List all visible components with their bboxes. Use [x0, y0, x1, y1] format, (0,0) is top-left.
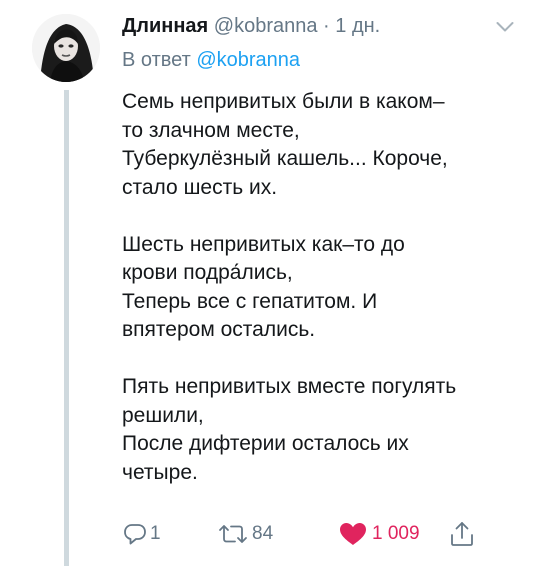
avatar-photo [32, 14, 100, 82]
thread-line [64, 90, 69, 566]
tweet-text-line: крови подра́лись, [122, 261, 293, 284]
tweet-text-line: Пять непривитых вместе погулять [122, 375, 457, 398]
tweet-text-line: решили, [122, 403, 204, 427]
tweet-text: Семь непривитых были в каком– то злачном… [122, 88, 522, 487]
reply-icon [124, 524, 146, 545]
chevron-down-icon[interactable] [496, 20, 514, 32]
tweet-text-line: четыре. [122, 460, 198, 484]
tweet-text-line: Шесть непривитых как–то до [122, 232, 405, 256]
share-icon [451, 522, 473, 546]
reply-mention-link[interactable]: @kobranna [196, 49, 300, 71]
heart-icon [340, 523, 366, 545]
reply-button[interactable]: 1 [122, 519, 161, 549]
tweet-text-line: Семь непривитых были в каком– [122, 90, 445, 113]
reply-count: 1 [150, 523, 161, 544]
display-name[interactable]: Длинная [122, 15, 208, 37]
tweet-actions: 1 84 1 009 [122, 519, 522, 549]
tweet-header: Длинная @kobranna · 1 дн. [122, 13, 380, 39]
reply-context: В ответ @kobranna [122, 47, 300, 73]
tweet-text-line: Теперь все с гепатитом. И [122, 289, 378, 313]
retweet-icon [219, 525, 247, 543]
tweet-text-line: то злачном месте, [122, 118, 300, 142]
avatar[interactable] [32, 14, 100, 82]
retweet-count: 84 [252, 523, 274, 544]
like-button[interactable]: 1 009 [338, 519, 420, 549]
share-button[interactable] [449, 519, 475, 549]
retweet-button[interactable]: 84 [216, 519, 273, 549]
tweet[interactable]: Длинная @kobranna · 1 дн. В ответ @kobra… [0, 0, 540, 566]
timestamp[interactable]: 1 дн. [335, 15, 380, 37]
tweet-text-line: После дифтерии осталось их [122, 432, 409, 455]
like-count: 1 009 [372, 523, 420, 544]
tweet-text-line: стало шесть их. [122, 175, 278, 199]
tweet-text-line: впятером остались. [122, 318, 316, 341]
separator-dot: · [323, 15, 330, 37]
tweet-text-line: Туберкулёзный кашель... Короче, [122, 147, 448, 170]
reply-prefix: В ответ [122, 49, 191, 71]
user-handle[interactable]: @kobranna [214, 15, 318, 37]
